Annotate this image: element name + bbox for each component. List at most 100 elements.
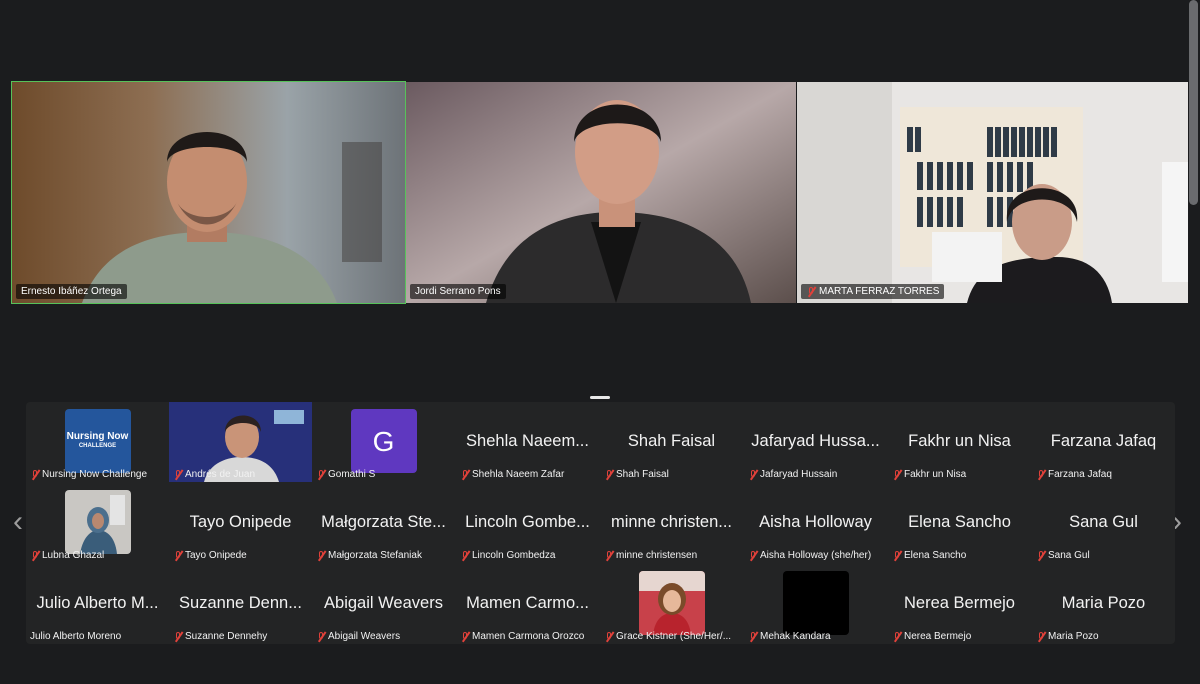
participant-label: Fakhr un Nisa [892,469,966,480]
muted-mic-icon [460,551,469,560]
participant-tile[interactable]: Julio Alberto M... Julio Alberto Moreno [26,564,169,644]
speaker-video-jordi[interactable]: Jordi Serrano Pons [406,82,796,303]
participant-name: Farzana Jafaq [1048,469,1112,480]
profile-photo-lubna [64,490,131,554]
participant-tile[interactable]: minne christen... minne christensen [600,483,743,563]
logo-subtext: CHALLENGE [78,443,117,449]
muted-mic-icon [173,470,182,479]
participant-display-name: Mamen Carmo... [466,594,589,612]
participant-tile[interactable]: Elena Sancho Elena Sancho [888,483,1031,563]
participant-name: Tayo Onipede [185,550,247,561]
participant-label: Lincoln Gombedza [460,550,555,561]
logo-text: Nursing Now [66,431,129,442]
muted-mic-icon [460,632,469,641]
participant-display-name: Lincoln Gombe... [465,513,590,531]
participant-label: Tayo Onipede [173,550,247,561]
participant-name: Nursing Now Challenge [42,469,148,480]
participant-name: Mehak Kandara [760,631,831,642]
participant-tile[interactable]: Andrés de Juan [169,402,312,482]
muted-mic-icon [460,470,469,479]
participant-name: Fakhr un Nisa [904,469,967,480]
participant-tile[interactable]: Farzana Jafaq Farzana Jafaq [1032,402,1175,482]
participant-label: Lubna Ghazal [30,550,104,561]
participant-tile[interactable]: Shah Faisal Shah Faisal [600,402,743,482]
participant-tile[interactable]: Nerea Bermejo Nerea Bermejo [888,564,1031,644]
participant-tile[interactable]: Grace Kistner (She/Her/... [600,564,743,644]
participant-tile[interactable]: Nursing Now CHALLENGE Nursing Now Challe… [26,402,169,482]
participant-tile[interactable]: Małgorzata Ste... Małgorzata Stefaniak [312,483,455,563]
participant-tile[interactable]: Mehak Kandara [744,564,887,644]
participant-tile[interactable]: Shehla Naeem... Shehla Naeem Zafar [456,402,599,482]
muted-mic-icon [316,470,325,479]
participant-name: Jafaryad Hussain [760,469,838,480]
participant-display-name: Elena Sancho [908,513,1011,531]
participant-label: Sana Gul [1036,550,1090,561]
speaker-name-tag: MARTA FERRAZ TORRES [801,284,945,299]
participant-label: Mamen Carmona Orozco [460,631,584,642]
muted-mic-icon [1036,551,1045,560]
participant-display-name: Shehla Naeem... [466,432,589,450]
participant-tile[interactable]: G Gomathi S [312,402,455,482]
participant-name: Grace Kistner (She/Her/... [616,631,732,642]
participant-label: Elena Sancho [892,550,966,561]
participant-label: Nursing Now Challenge [30,469,147,480]
participant-label: minne christensen [604,550,697,561]
participant-display-name: Maria Pozo [1061,594,1146,612]
participant-display-name: Aisha Holloway [759,513,872,531]
nursing-now-logo: Nursing Now CHALLENGE [64,409,131,473]
participant-tile[interactable]: Jafaryad Hussa... Jafaryad Hussain [744,402,887,482]
video-feed-ernesto [12,82,405,303]
participant-tile[interactable]: Lubna Ghazal [26,483,169,563]
speaker-name: Jordi Serrano Pons [415,286,501,297]
participant-tile[interactable]: Tayo Onipede Tayo Onipede [169,483,312,563]
speaker-video-marta[interactable]: MARTA FERRAZ TORRES [797,82,1188,303]
participant-tile[interactable]: Sana Gul Sana Gul [1032,483,1175,563]
participant-tile[interactable]: Lincoln Gombe... Lincoln Gombedza [456,483,599,563]
participant-label: Maria Pozo [1036,631,1099,642]
participant-label: Shah Faisal [604,469,669,480]
chevron-left-icon[interactable]: ‹ [13,507,23,537]
muted-mic-icon [173,632,182,641]
muted-mic-icon [316,551,325,560]
participant-label: Shehla Naeem Zafar [460,469,564,480]
participant-name: Shah Faisal [616,469,669,480]
participant-name: Suzanne Dennehy [185,631,268,642]
participant-name: Sana Gul [1048,550,1090,561]
muted-mic-icon [892,470,901,479]
participant-tile[interactable]: Mamen Carmo... Mamen Carmona Orozco [456,564,599,644]
participant-name: Aisha Holloway (she/her) [760,550,872,561]
participant-label: Andrés de Juan [173,469,255,480]
muted-mic-icon [748,632,757,641]
participant-name: Elena Sancho [904,550,967,561]
muted-mic-icon [604,551,613,560]
muted-mic-icon [806,286,816,297]
participant-label: Suzanne Dennehy [173,631,267,642]
participant-tile[interactable]: Aisha Holloway Aisha Holloway (she/her) [744,483,887,563]
participant-name: Małgorzata Stefaniak [328,550,422,561]
participant-label: Mehak Kandara [748,631,831,642]
participant-display-name: Sana Gul [1069,513,1138,531]
participant-name: Mamen Carmona Orozco [472,631,585,642]
muted-mic-icon [748,470,757,479]
participant-tile[interactable]: Maria Pozo Maria Pozo [1032,564,1175,644]
muted-mic-icon [173,551,182,560]
participant-label: Gomathi S [316,469,375,480]
avatar: G [350,409,417,473]
muted-mic-icon [316,632,325,641]
participant-name: Abigail Weavers [328,631,401,642]
participant-display-name: Fakhr un Nisa [908,432,1011,450]
muted-mic-icon [604,632,613,641]
participant-tile[interactable]: Fakhr un Nisa Fakhr un Nisa [888,402,1031,482]
window-scrollbar[interactable] [1189,0,1198,205]
muted-mic-icon [1036,632,1045,641]
panel-resize-handle[interactable] [590,396,610,399]
participant-name: Maria Pozo [1048,631,1099,642]
muted-mic-icon [748,551,757,560]
participant-tile[interactable]: Abigail Weavers Abigail Weavers [312,564,455,644]
speaker-video-ernesto[interactable]: Ernesto Ibáñez Ortega [11,81,406,304]
video-off-placeholder [782,571,849,635]
muted-mic-icon [30,551,39,560]
muted-mic-icon [892,551,901,560]
participant-tile[interactable]: Suzanne Denn... Suzanne Dennehy [169,564,312,644]
muted-mic-icon [892,632,901,641]
